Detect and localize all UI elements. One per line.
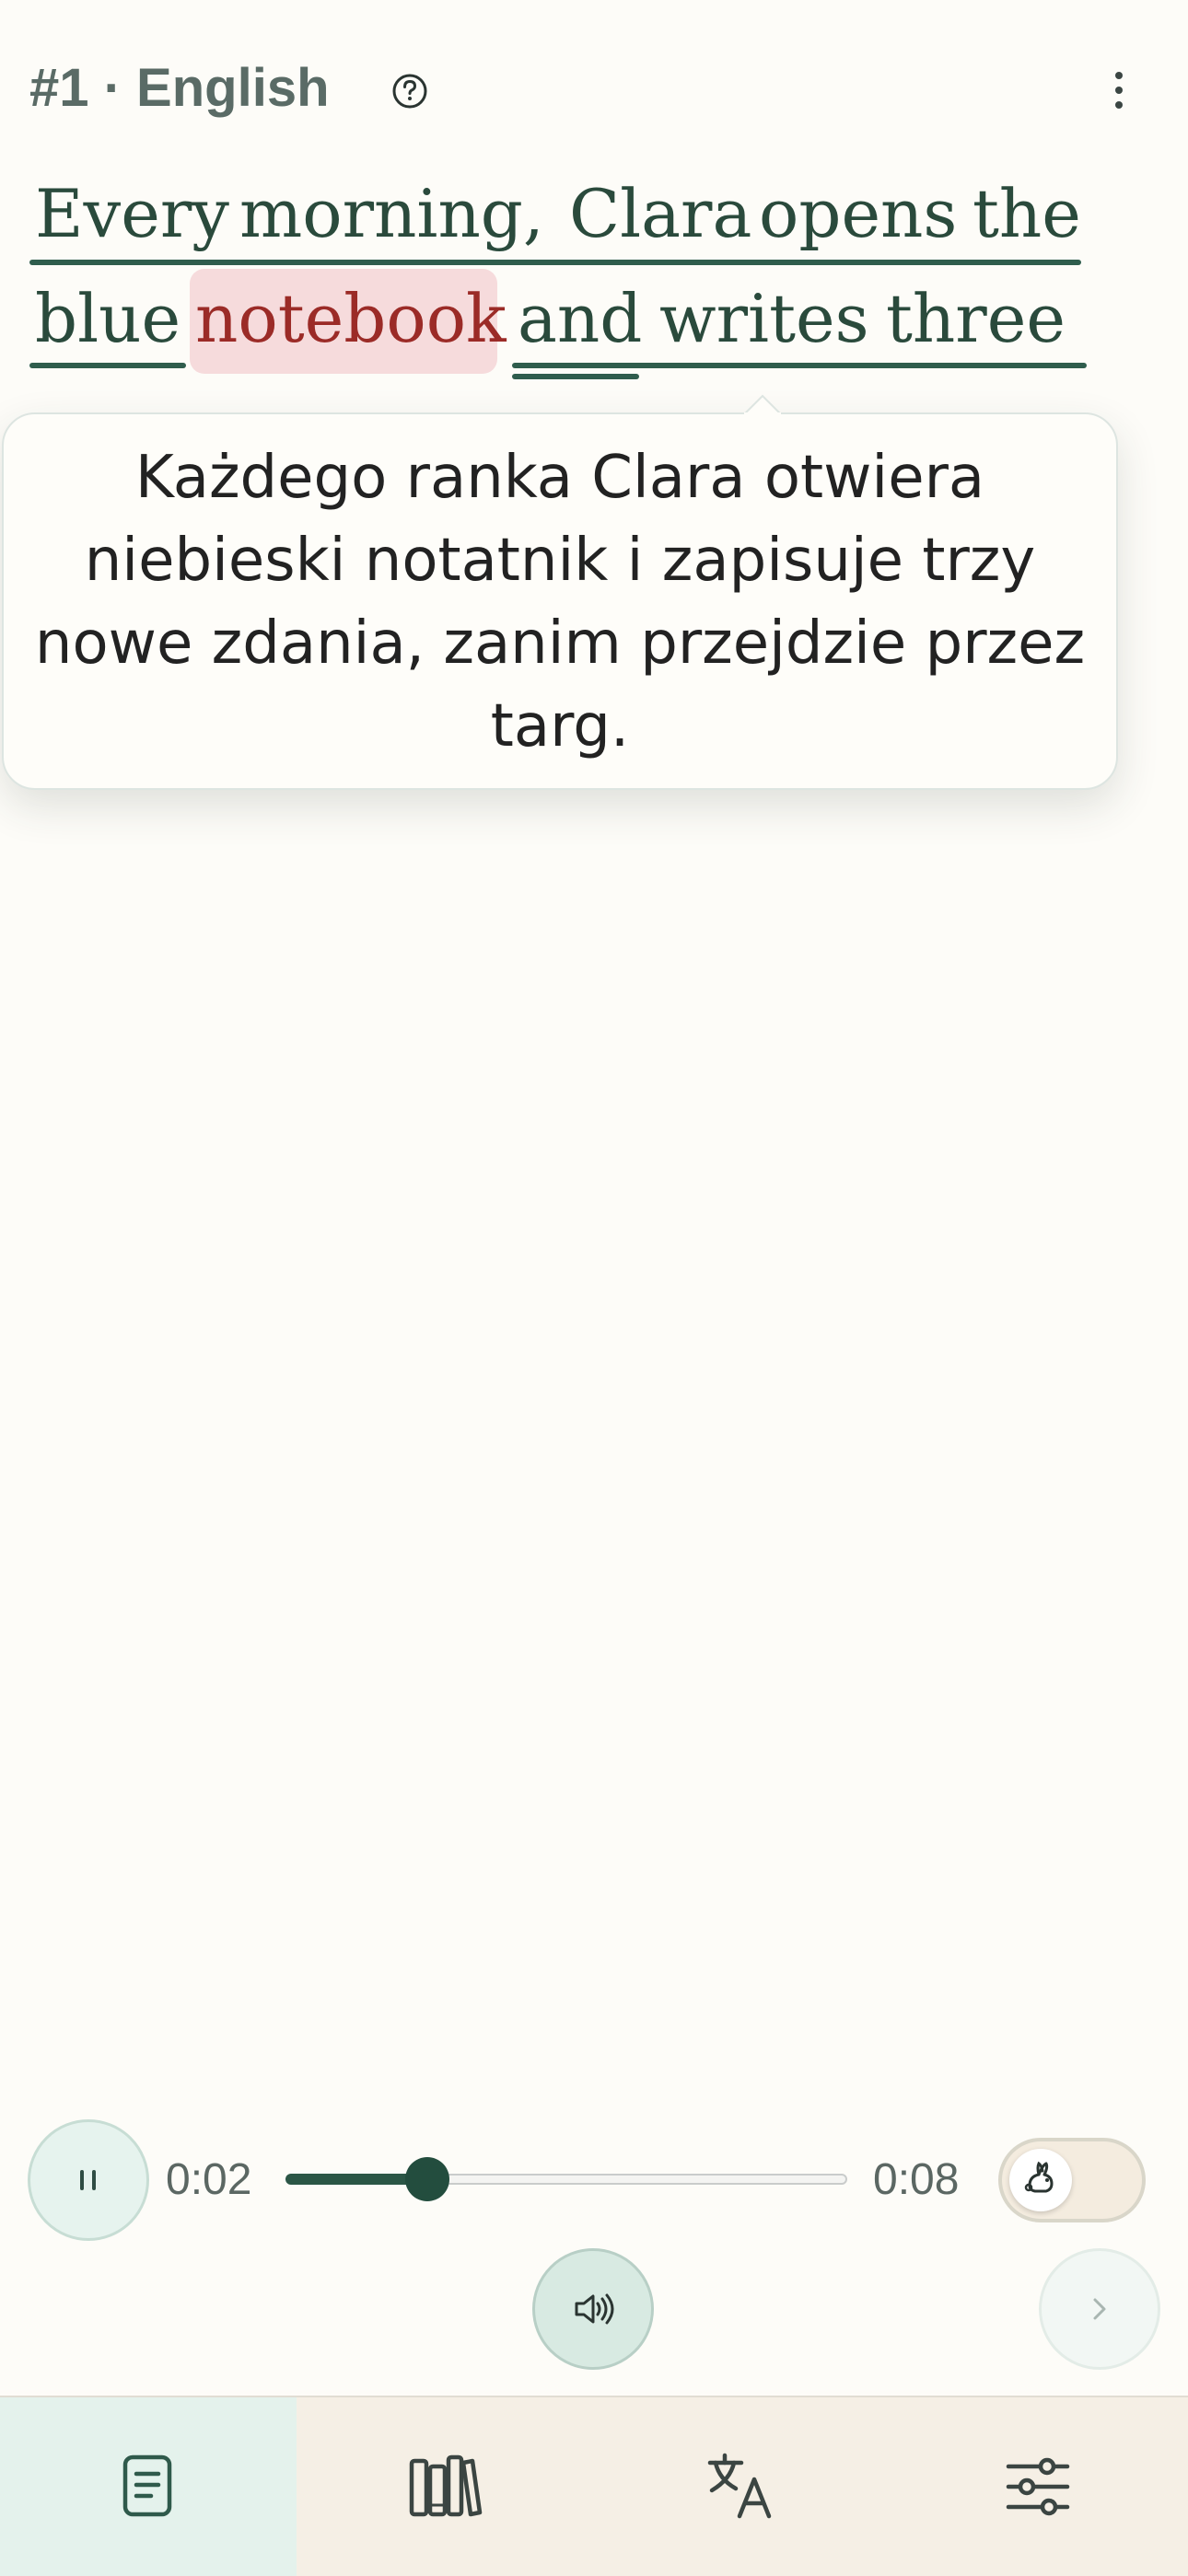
word[interactable]: opens <box>759 175 957 252</box>
sliders-icon <box>1006 2457 1070 2516</box>
word[interactable]: the <box>973 175 1081 252</box>
document-icon <box>122 2454 172 2517</box>
word[interactable]: writes <box>659 280 869 357</box>
word[interactable]: three <box>886 280 1066 357</box>
books-icon <box>409 2454 483 2517</box>
elapsed-time: 0:02 <box>166 2155 252 2204</box>
translation-tooltip: Każdego ranka Clara otwiera niebieski no… <box>2 412 1118 790</box>
duration-time: 0:08 <box>873 2155 960 2204</box>
progress-thumb[interactable] <box>405 2157 449 2201</box>
speaker-icon <box>575 2293 614 2325</box>
tooltip-arrow <box>744 394 781 427</box>
toggle-knob <box>1009 2149 1072 2211</box>
nav-translate[interactable] <box>593 2397 890 2576</box>
nav-library[interactable] <box>297 2397 593 2576</box>
translate-icon <box>707 2453 772 2519</box>
question-circle-icon[interactable] <box>385 66 435 116</box>
pause-icon <box>80 2170 96 2190</box>
nav-reader[interactable] <box>0 2397 297 2576</box>
sentence-line-2: blue notebook and writes three <box>29 269 1116 379</box>
translation-text: Każdego ranka Clara otwiera niebieski no… <box>34 444 1086 760</box>
vertical-ellipsis-icon[interactable] <box>1105 64 1133 120</box>
rabbit-icon <box>1024 2161 1054 2193</box>
word[interactable]: morning, <box>239 175 544 252</box>
bottom-navigation <box>0 2396 1188 2576</box>
word[interactable]: Every <box>35 175 229 252</box>
chevron-right-icon <box>1093 2298 1106 2320</box>
next-button[interactable] <box>1039 2248 1160 2370</box>
header: #1 · English <box>29 55 1188 129</box>
sentence-underline <box>29 260 1081 265</box>
slow-mode-toggle[interactable] <box>998 2138 1146 2222</box>
word[interactable]: and <box>518 280 642 357</box>
highlighted-word[interactable]: notebook <box>195 280 507 357</box>
sentence-line-1: Every morning, Clara opens the <box>29 175 1116 267</box>
play-audio-button[interactable] <box>532 2248 654 2370</box>
sentence-underline <box>512 363 1087 368</box>
nav-settings[interactable] <box>890 2397 1186 2576</box>
lesson-title: #1 · English <box>29 58 330 118</box>
pause-button[interactable] <box>28 2119 149 2241</box>
sentence-underline <box>29 363 186 368</box>
word[interactable]: Clara <box>569 175 751 252</box>
word[interactable]: blue <box>35 280 181 357</box>
current-word-underline <box>512 374 639 379</box>
